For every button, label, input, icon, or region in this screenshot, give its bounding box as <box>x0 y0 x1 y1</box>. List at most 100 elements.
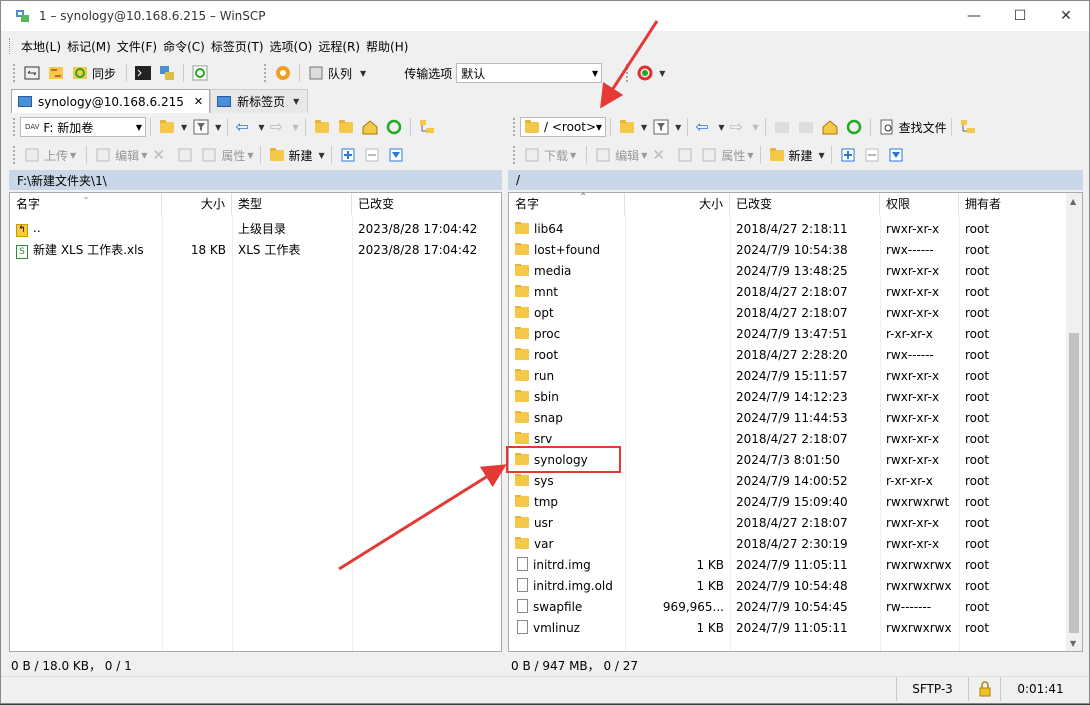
menu-remote[interactable]: 远程(R) <box>315 38 363 55</box>
col-name[interactable]: 名字 <box>509 193 625 215</box>
forward-arrow-icon[interactable]: ⇨ <box>729 118 747 136</box>
lock-icon[interactable] <box>968 677 1000 701</box>
chevron-down-icon[interactable]: ▼ <box>141 151 147 160</box>
properties-icon[interactable] <box>700 146 718 164</box>
table-row[interactable]: run 2024/7/9 15:11:57 rwxr-xr-x root <box>509 365 1065 386</box>
new-icon[interactable] <box>768 146 786 164</box>
table-row[interactable]: media 2024/7/9 13:48:25 rwxr-xr-x root <box>509 260 1065 281</box>
putty-icon[interactable] <box>158 64 176 82</box>
home-icon[interactable] <box>821 118 839 136</box>
menu-file[interactable]: 文件(F) <box>114 38 160 55</box>
col-permissions[interactable]: 权限 <box>880 193 959 215</box>
properties-button[interactable]: 属性 <box>221 147 245 164</box>
remote-path-bar[interactable]: / <box>508 170 1083 190</box>
edit-icon[interactable] <box>94 146 112 164</box>
sync-dropdown-icon[interactable]: ▼ <box>659 69 665 78</box>
table-row[interactable]: vmlinuz 1 KB 2024/7/9 11:05:11 rwxrwxrwx roo… <box>509 617 1065 638</box>
chevron-down-icon[interactable]: ▼ <box>675 123 681 132</box>
chevron-down-icon[interactable]: ▼ <box>70 151 76 160</box>
unselect-minus-icon[interactable] <box>863 146 881 164</box>
new-button[interactable]: 新建 <box>289 147 313 164</box>
remote-scrollbar[interactable]: ▲ ▼ <box>1066 193 1082 651</box>
transfer-settings-select[interactable]: 默认 ▼ <box>456 63 603 83</box>
tab-new[interactable]: 新标签页 ▼ <box>210 89 309 113</box>
chevron-down-icon[interactable]: ▼ <box>181 123 187 132</box>
delete-icon[interactable]: ✕ <box>152 146 170 164</box>
open-folder-icon[interactable] <box>618 118 636 136</box>
local-file-panel[interactable]: 名字 大小 类型 已改变 ⌄ ↰.. 上级目录 2023/8/28 17:04:… <box>9 192 502 652</box>
queue-label[interactable]: 队列 <box>328 65 352 82</box>
col-type[interactable]: 类型 <box>232 193 352 215</box>
filter-icon[interactable] <box>652 118 670 136</box>
table-row[interactable]: lib64 2018/4/27 2:18:11 rwxr-xr-x root <box>509 218 1065 239</box>
menu-help[interactable]: 帮助(H) <box>363 38 411 55</box>
table-row[interactable]: swapfile 969,965... 2024/7/9 10:54:45 rw---… <box>509 596 1065 617</box>
tab-session[interactable]: synology@10.168.6.215 ✕ <box>11 89 211 113</box>
unselect-minus-icon[interactable] <box>363 146 381 164</box>
minimize-button[interactable]: — <box>951 1 997 31</box>
sync-label[interactable]: 同步 <box>92 65 116 82</box>
sync-refresh-icon[interactable] <box>636 64 654 82</box>
chevron-down-icon[interactable]: ▼ <box>819 151 825 160</box>
root-dir-icon[interactable] <box>797 118 815 136</box>
table-row[interactable]: sys 2024/7/9 14:00:52 r-xr-xr-x root <box>509 470 1065 491</box>
menu-tabs[interactable]: 标签页(T) <box>208 38 267 55</box>
properties-icon[interactable] <box>200 146 218 164</box>
chevron-down-icon[interactable]: ▼ <box>258 123 264 132</box>
tree-view-icon[interactable] <box>418 118 436 136</box>
sync-icon[interactable] <box>71 64 89 82</box>
chevron-down-icon[interactable]: ▼ <box>718 123 724 132</box>
table-row[interactable]: tmp 2024/7/9 15:09:40 rwxrwxrwt root <box>509 491 1065 512</box>
find-files-button[interactable]: 查找文件 <box>899 119 947 136</box>
menu-options[interactable]: 选项(O) <box>267 38 316 55</box>
table-row[interactable]: usr 2018/4/27 2:18:07 rwxr-xr-x root <box>509 512 1065 533</box>
col-owner[interactable]: 拥有者 <box>959 193 1067 215</box>
table-row[interactable]: snap 2024/7/9 11:44:53 rwxr-xr-x root <box>509 407 1065 428</box>
col-size[interactable]: 大小 <box>162 193 232 215</box>
new-icon[interactable] <box>268 146 286 164</box>
filter-icon[interactable] <box>192 118 210 136</box>
select-all-plus-icon[interactable] <box>339 146 357 164</box>
table-row[interactable]: lost+found 2024/7/9 10:54:38 rwx------ root <box>509 239 1065 260</box>
find-files-icon[interactable] <box>878 118 896 136</box>
tree-view-icon[interactable] <box>959 118 977 136</box>
chevron-down-icon[interactable]: ▼ <box>570 151 576 160</box>
edit-icon[interactable] <box>594 146 612 164</box>
scrollbar-thumb[interactable] <box>1069 333 1079 633</box>
compare-dirs-icon[interactable] <box>23 64 41 82</box>
download-button[interactable]: 下载 <box>544 147 568 164</box>
home-icon[interactable] <box>361 118 379 136</box>
remote-dir-select[interactable]: / <root> ▼ <box>520 117 606 137</box>
queue-dropdown-icon[interactable]: ▼ <box>360 69 366 78</box>
filter-select-icon[interactable] <box>387 146 405 164</box>
chevron-down-icon[interactable]: ▼ <box>247 151 253 160</box>
remote-file-panel[interactable]: 名字 大小 已改变 权限 拥有者 ⌃ lib64 2018/4/27 2:18:1… <box>508 192 1083 652</box>
rename-icon[interactable] <box>676 146 694 164</box>
refresh-icon[interactable] <box>845 118 863 136</box>
close-button[interactable]: ✕ <box>1043 1 1089 31</box>
table-row[interactable]: proc 2024/7/9 13:47:51 r-xr-xr-x root <box>509 323 1065 344</box>
menu-mark[interactable]: 标记(M) <box>64 38 114 55</box>
select-all-plus-icon[interactable] <box>839 146 857 164</box>
queue-icon[interactable] <box>307 64 325 82</box>
back-arrow-icon[interactable]: ⇦ <box>235 118 253 136</box>
chevron-down-icon[interactable]: ▼ <box>641 123 647 132</box>
scroll-down-icon[interactable]: ▼ <box>1070 639 1076 648</box>
chevron-down-icon[interactable]: ▼ <box>319 151 325 160</box>
list-item[interactable]: ↰.. 上级目录 2023/8/28 17:04:42 <box>10 218 501 239</box>
chevron-down-icon[interactable]: ▼ <box>215 123 221 132</box>
local-path-bar[interactable]: F:\新建文件夹\1\ <box>9 170 502 190</box>
chevron-down-icon[interactable]: ▼ <box>641 151 647 160</box>
delete-icon[interactable]: ✕ <box>652 146 670 164</box>
menu-commands[interactable]: 命令(C) <box>160 38 208 55</box>
forward-arrow-icon[interactable]: ⇨ <box>269 118 287 136</box>
col-size[interactable]: 大小 <box>625 193 730 215</box>
list-item[interactable]: S 新建 XLS 工作表.xls 18 KB XLS 工作表 2023/8/28 … <box>10 239 501 260</box>
chevron-down-icon[interactable]: ▼ <box>293 97 299 106</box>
col-modified[interactable]: 已改变 <box>352 193 500 215</box>
properties-button[interactable]: 属性 <box>721 147 745 164</box>
scroll-up-icon[interactable]: ▲ <box>1070 197 1076 206</box>
root-dir-icon[interactable] <box>337 118 355 136</box>
chevron-down-icon[interactable]: ▼ <box>747 151 753 160</box>
table-row[interactable]: opt 2018/4/27 2:18:07 rwxr-xr-x root <box>509 302 1065 323</box>
